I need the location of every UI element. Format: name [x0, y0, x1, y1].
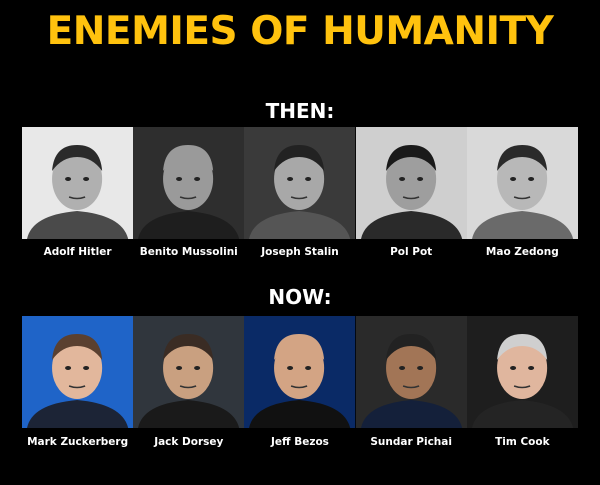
person-name: Benito Mussolini: [139, 246, 238, 258]
now-name-labels: Mark Zuckerberg Jack Dorsey Jeff Bezos Sund…: [22, 436, 578, 448]
then-portrait-row: [22, 127, 578, 239]
portrait-photo: [244, 316, 356, 428]
portrait-photo: [133, 316, 245, 428]
portrait-photo: [355, 127, 467, 239]
portrait-photo: [355, 316, 467, 428]
person-name: Mao Zedong: [485, 246, 559, 258]
now-portrait-row: [22, 316, 578, 428]
portrait-photo: [22, 316, 134, 428]
person-name: Adolf Hitler: [43, 246, 112, 258]
person-name: Joseph Stalin: [261, 246, 339, 258]
portrait-photo: [466, 127, 578, 239]
portrait-photo: [244, 127, 356, 239]
now-heading: NOW:: [268, 285, 332, 309]
then-name-labels: Adolf Hitler Benito Mussolini Joseph Stali…: [22, 246, 578, 258]
person-name: Sundar Pichai: [370, 436, 452, 448]
portrait-photo: [466, 316, 578, 428]
person-name: Tim Cook: [495, 436, 550, 448]
page-title: ENEMIES OF HUMANITY: [46, 9, 554, 54]
portrait-photo: [22, 127, 134, 239]
person-name: Mark Zuckerberg: [27, 436, 129, 448]
person-name: Jack Dorsey: [154, 436, 224, 448]
portrait-photo: [133, 127, 245, 239]
person-name: Jeff Bezos: [271, 436, 329, 448]
person-name: Pol Pot: [390, 246, 433, 258]
then-heading: THEN:: [265, 99, 335, 123]
